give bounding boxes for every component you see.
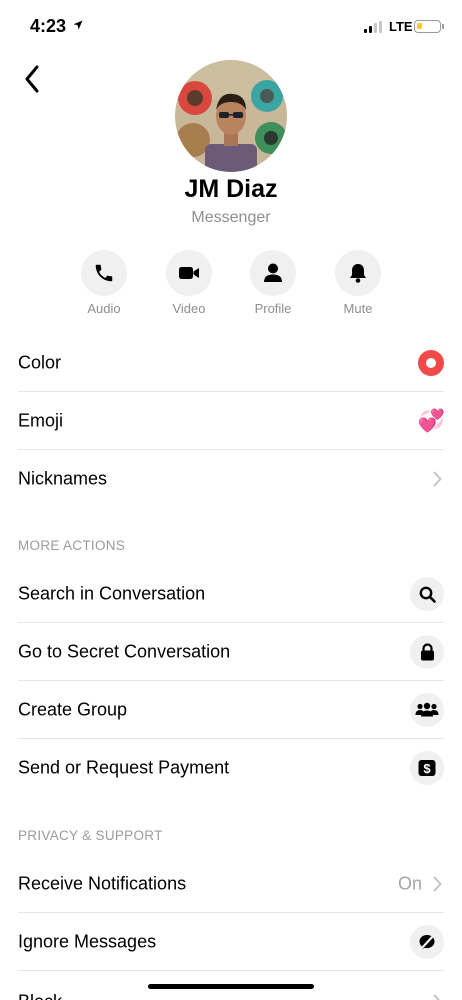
row-label: Search in Conversation [18,583,206,604]
mute-label: Mute [343,301,373,316]
search-in-conversation-row[interactable]: Search in Conversation [0,565,462,623]
row-label: Ignore Messages [18,931,157,952]
search-icon [410,577,444,611]
row-label: Send or Request Payment [18,757,230,778]
view-profile-button[interactable]: Profile [238,250,308,316]
status-time: 4:23 [30,16,67,36]
home-indicator[interactable] [148,984,314,989]
more-actions-header: MORE ACTIONS [18,538,126,553]
cellular-signal-icon [364,21,384,33]
create-group-row[interactable]: Create Group [0,681,462,739]
chevron-right-icon [433,471,442,487]
nicknames-label: Nicknames [18,468,108,489]
row-label: Receive Notifications [18,873,187,894]
emoji-row[interactable]: Emoji 💞 [0,392,462,450]
ignore-messages-row[interactable]: Ignore Messages [0,913,462,971]
profile-name: JM Diaz [184,175,278,203]
profile-label: Profile [254,301,292,316]
color-swatch-icon [418,350,444,376]
secret-conversation-row[interactable]: Go to Secret Conversation [0,623,462,681]
privacy-support-header: PRIVACY & SUPPORT [18,828,163,843]
ignore-icon [410,925,444,959]
emoji-label: Emoji [18,410,64,431]
back-button[interactable] [18,62,50,96]
receive-notifications-row[interactable]: Receive Notifications On [0,855,462,913]
audio-call-button[interactable]: Audio [69,250,139,316]
audio-label: Audio [87,301,121,316]
avatar[interactable] [175,60,287,172]
lock-icon [410,635,444,669]
color-row[interactable]: Color [0,334,462,392]
video-camera-icon [179,267,199,279]
notifications-value: On [397,873,422,894]
dollar-icon: $ [410,751,444,785]
network-type: LTE [389,19,413,34]
row-label: Block [18,992,62,1000]
location-arrow-icon [73,20,83,30]
payment-row[interactable]: Send or Request Payment $ [0,739,462,797]
video-call-button[interactable]: Video [154,250,224,316]
mute-button[interactable]: Mute [323,250,393,316]
person-icon [264,263,282,282]
group-icon [410,693,444,727]
color-label: Color [18,352,62,373]
status-bar: 4:23 LTE [0,0,462,56]
chevron-left-icon [25,65,39,93]
emoji-value: 💞 [417,408,445,433]
video-label: Video [172,301,206,316]
avatar-photo [175,60,287,172]
svg-text:$: $ [423,761,431,776]
nicknames-row[interactable]: Nicknames [0,450,462,508]
phone-icon [95,264,113,282]
battery-icon [414,20,444,33]
profile-subtitle: Messenger [191,209,271,226]
row-label: Create Group [18,699,128,720]
chevron-right-icon [433,876,442,892]
chevron-right-icon [433,994,441,1000]
bell-icon [350,264,366,283]
row-label: Go to Secret Conversation [18,641,231,662]
